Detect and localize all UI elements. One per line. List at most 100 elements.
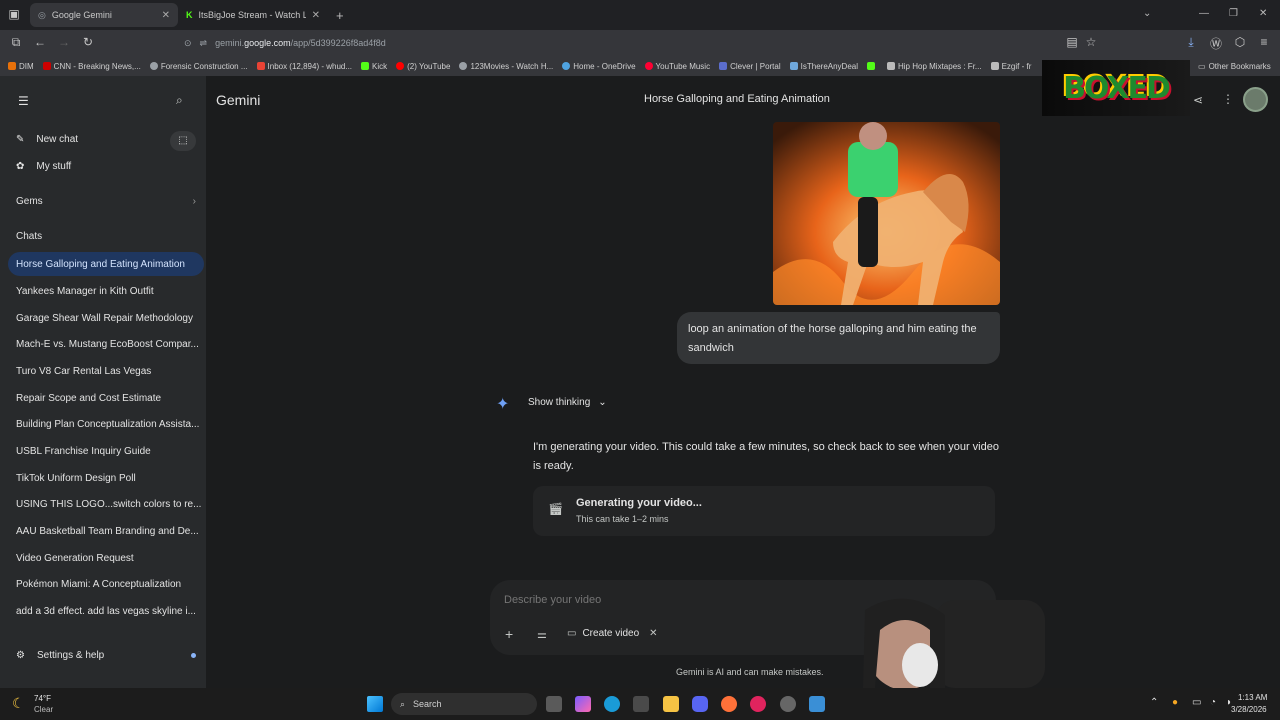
profile-w-icon[interactable]: Ⓦ <box>1208 35 1224 52</box>
extensions-icon[interactable]: ⬡ <box>1232 35 1248 49</box>
close-icon[interactable]: ✕ <box>649 628 657 639</box>
file-explorer-icon[interactable] <box>663 696 679 712</box>
bookmark-item[interactable]: Home - OneDrive <box>562 62 636 71</box>
back-icon[interactable]: ← <box>32 35 48 49</box>
bookmark-item[interactable]: Inbox (12,894) - whud... <box>256 62 352 71</box>
hamburger-menu-icon[interactable]: ☰ <box>18 94 29 108</box>
chevron-down-icon: ⌄ <box>598 397 607 408</box>
create-video-chip[interactable]: ▭ Create video ✕ <box>567 628 658 639</box>
close-icon[interactable]: ✕ <box>312 10 320 21</box>
chat-item[interactable]: Horse Galloping and Eating Animation <box>8 252 204 276</box>
weather-temp[interactable]: 74°F <box>34 694 51 703</box>
clock-time[interactable]: 1:13 AM <box>1238 693 1267 702</box>
discord-icon[interactable] <box>692 696 708 712</box>
bookmark-item[interactable]: 123Movies - Watch H... <box>459 62 553 71</box>
settings-help-button[interactable]: ⚙ Settings & help <box>16 650 196 661</box>
more-vert-icon[interactable]: ⋮ <box>1222 92 1234 106</box>
bookmark-item[interactable]: Ezgif - fr <box>990 62 1031 71</box>
temporary-chat-icon[interactable]: ⬚ <box>170 131 196 151</box>
chat-item[interactable]: add a 3d effect. add las vegas skyline i… <box>8 599 204 623</box>
chat-item[interactable]: TikTok Uniform Design Poll <box>8 466 204 490</box>
maximize-icon[interactable]: ❐ <box>1229 8 1238 19</box>
display-icon[interactable]: ▭ <box>1192 697 1201 708</box>
network-icon[interactable]: ◔ <box>1210 697 1216 708</box>
photos-icon[interactable] <box>809 696 825 712</box>
search-icon[interactable]: ⌕ <box>176 93 183 108</box>
add-icon[interactable]: + <box>505 626 513 642</box>
generated-image[interactable] <box>773 122 1000 305</box>
show-thinking-toggle[interactable]: Show thinking ⌄ <box>528 397 607 408</box>
prompt-input[interactable] <box>504 592 864 608</box>
my-stuff-button[interactable]: ✿ My stuff <box>16 161 71 172</box>
clock-date[interactable]: 3/28/2026 <box>1231 705 1267 714</box>
chat-item[interactable]: USING THIS LOGO...switch colors to re... <box>8 492 204 516</box>
menu-icon[interactable]: ≡ <box>1256 35 1272 49</box>
video-generation-card: 🎬︎ Generating your video... This can tak… <box>533 486 995 536</box>
new-tab-icon[interactable]: + <box>336 8 344 23</box>
taskbar-search[interactable]: ⌕ Search <box>391 693 537 715</box>
close-icon[interactable]: ✕ <box>162 10 170 21</box>
bookmark-item[interactable] <box>867 62 878 70</box>
reload-icon[interactable]: ↻ <box>80 35 96 49</box>
generation-subtitle: This can take 1–2 mins <box>576 514 669 524</box>
app-name[interactable]: Gemini <box>216 92 260 108</box>
bookmark-item[interactable]: Forensic Construction ... <box>149 62 248 71</box>
conversation-title[interactable]: Horse Galloping and Eating Animation <box>644 93 830 105</box>
bookmark-item[interactable]: Clever | Portal <box>719 62 781 71</box>
avatar[interactable] <box>1243 87 1268 112</box>
address-bar[interactable]: ⊙ ⇌ gemini.google.com/app/5d399226f8ad4f… <box>176 33 1106 53</box>
collections-icon[interactable]: ⧉ <box>8 35 24 50</box>
tab-label: ItsBigJoe Stream - Watch Live o <box>198 10 306 20</box>
chevron-down-icon[interactable]: ⌄ <box>1143 8 1151 19</box>
sidebar: ☰ ⌕ ✎ New chat ⬚ ✿ My stuff Gems › Chats… <box>0 76 206 688</box>
download-icon[interactable]: ⤓ <box>1183 35 1199 50</box>
reader-mode-icon[interactable]: ▤ <box>1064 35 1080 49</box>
forward-icon[interactable]: → <box>56 35 72 49</box>
chat-item[interactable]: Repair Scope and Cost Estimate <box>8 386 204 410</box>
bookmark-item[interactable]: DIM <box>8 62 34 71</box>
chat-item[interactable]: Video Generation Request <box>8 546 204 570</box>
minimize-icon[interactable]: — <box>1199 8 1209 19</box>
firefox-icon[interactable] <box>721 696 737 712</box>
search-icon: ⌕ <box>400 698 406 709</box>
store-icon[interactable] <box>633 696 649 712</box>
bookmark-item[interactable]: (2) YouTube <box>396 62 450 71</box>
tools-icon[interactable]: ⚌ <box>537 628 547 641</box>
gems-section[interactable]: Gems › <box>16 196 196 207</box>
tab-actions-icon[interactable]: ▣ <box>6 7 22 21</box>
bookmark-star-icon[interactable]: ☆ <box>1083 35 1099 49</box>
folder-icon: ▭ <box>1198 61 1206 71</box>
bookmark-item[interactable]: Kick <box>361 62 387 71</box>
chat-item[interactable]: Yankees Manager in Kith Outfit <box>8 279 204 303</box>
generation-title: Generating your video... <box>576 497 702 509</box>
bookmark-item[interactable]: YouTube Music <box>644 62 710 71</box>
tab-kick[interactable]: K ItsBigJoe Stream - Watch Live o ✕ <box>178 3 328 27</box>
other-bookmarks[interactable]: ▭ Other Bookmarks <box>1198 62 1271 71</box>
chat-item[interactable]: Mach-E vs. Mustang EcoBoost Compar... <box>8 332 204 356</box>
media-player-icon[interactable] <box>750 696 766 712</box>
microphone-icon[interactable]: ● <box>1172 697 1178 708</box>
site-info-icon[interactable]: ⊙ <box>184 38 192 49</box>
chat-item[interactable]: Turo V8 Car Rental Las Vegas <box>8 359 204 383</box>
chat-item[interactable]: Pokémon Miami: A Conceptualization <box>8 572 204 596</box>
bookmark-item[interactable]: CNN - Breaking News,... <box>42 62 141 71</box>
response-text: I'm generating your video. This could ta… <box>533 441 999 472</box>
tab-gemini[interactable]: ◎ Google Gemini ✕ <box>30 3 178 27</box>
chat-item[interactable]: Building Plan Conceptualization Assista.… <box>8 412 204 436</box>
windows-start-icon[interactable] <box>367 696 383 712</box>
new-chat-button[interactable]: ✎ New chat <box>16 134 78 145</box>
copilot-icon[interactable] <box>575 696 591 712</box>
chevron-right-icon: › <box>192 196 196 207</box>
chat-item[interactable]: AAU Basketball Team Branding and De... <box>8 519 204 543</box>
edge-icon[interactable] <box>604 696 620 712</box>
kick-icon: K <box>186 10 193 20</box>
bookmark-item[interactable]: Hip Hop Mixtapes : Fr... <box>887 62 982 71</box>
chat-item[interactable]: USBL Franchise Inquiry Guide <box>8 439 204 463</box>
task-view-icon[interactable] <box>546 696 562 712</box>
settings-icon[interactable] <box>780 696 796 712</box>
bookmark-item[interactable]: IsThereAnyDeal <box>789 62 858 71</box>
chat-item[interactable]: Garage Shear Wall Repair Methodology <box>8 306 204 330</box>
chevron-up-icon[interactable]: ⌃ <box>1150 697 1158 708</box>
close-window-icon[interactable]: ✕ <box>1259 8 1267 19</box>
share-icon[interactable]: ⋖ <box>1193 93 1203 107</box>
